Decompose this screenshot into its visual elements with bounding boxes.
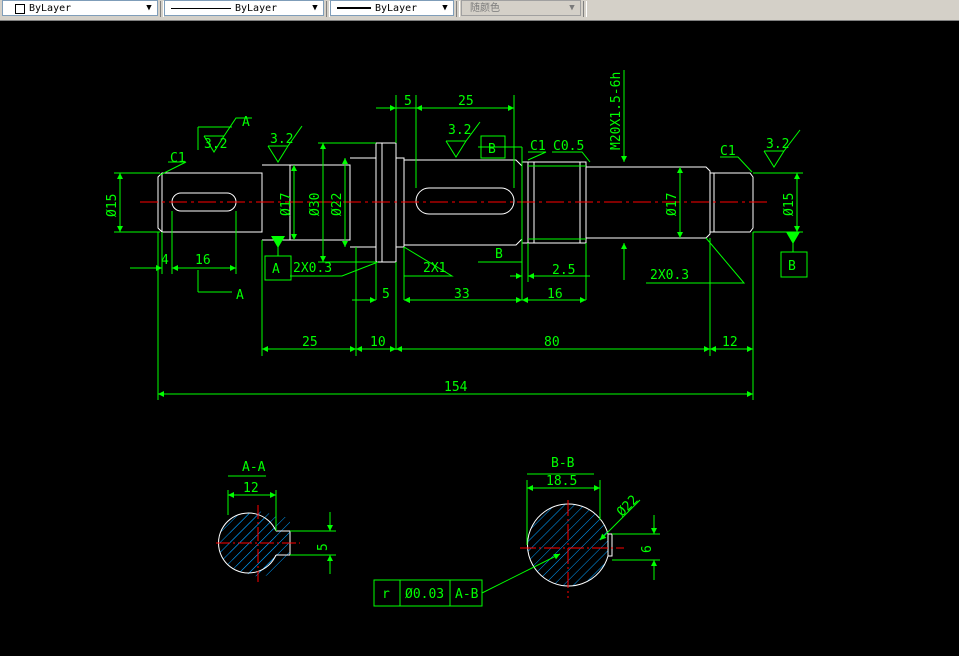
dimension-geometry [114, 70, 808, 400]
thread-callout[interactable]: M20X1.5-6h [609, 72, 624, 150]
dim-bb-height[interactable]: 6 [640, 545, 655, 553]
roughness-shoulder[interactable]: 3.2 [270, 132, 293, 147]
dim-dia22[interactable]: Ø22 [330, 193, 345, 216]
dim-5-top[interactable]: 5 [404, 94, 412, 109]
dim-aa-height[interactable]: 5 [316, 543, 331, 551]
linetype-combo-value: ByLayer [235, 3, 278, 14]
dim-2x03-right[interactable]: 2X0.3 [650, 268, 689, 283]
dim-5-bottom[interactable]: 5 [382, 287, 390, 302]
tolerance-symbol[interactable]: r [382, 587, 390, 602]
dim-dia17-right[interactable]: Ø17 [665, 193, 680, 216]
roughness-mid[interactable]: 3.2 [448, 123, 471, 138]
dim-2x03-left[interactable]: 2X0.3 [293, 261, 332, 276]
chevron-down-icon[interactable]: ▼ [309, 1, 321, 15]
section-bb-title[interactable]: B-B [551, 456, 575, 471]
dim-25-top[interactable]: 25 [458, 94, 474, 109]
plotstyle-combo: 随颜色 ▼ [461, 0, 581, 16]
datum-b-label[interactable]: B [788, 259, 796, 274]
dim-154[interactable]: 154 [444, 380, 468, 395]
dim-2x1[interactable]: 2X1 [423, 261, 446, 276]
dim-16-key[interactable]: 16 [195, 253, 211, 268]
section-mark-a-top[interactable]: A [242, 115, 250, 130]
chevron-down-icon[interactable]: ▼ [143, 1, 155, 15]
layer-combo-value: ByLayer [29, 3, 72, 14]
roughness-left[interactable]: 3.2 [204, 137, 227, 152]
dim-bb-width[interactable]: 18.5 [546, 474, 577, 489]
chevron-down-icon: ▼ [569, 3, 575, 13]
section-mark-a-bottom[interactable]: A [236, 288, 244, 303]
lineweight-combo[interactable]: ByLayer ▼ [330, 0, 454, 16]
section-aa-title[interactable]: A-A [242, 460, 266, 475]
section-mark-b-bottom[interactable]: B [495, 247, 503, 262]
dim-dia15-right[interactable]: Ø15 [782, 193, 797, 216]
datum-a-label[interactable]: A [272, 262, 280, 277]
section-mark-b-top[interactable]: B [488, 142, 496, 157]
toolbar-separator [583, 1, 587, 17]
chamfer-c05[interactable]: C0.5 [553, 139, 584, 154]
layer-combo[interactable]: ByLayer ▼ [2, 0, 158, 16]
lineweight-combo-value: ByLayer [375, 3, 418, 14]
linetype-combo[interactable]: ByLayer ▼ [164, 0, 324, 16]
dim-bb-dia22[interactable]: Ø22 [614, 493, 641, 520]
dim-2-5[interactable]: 2.5 [552, 263, 575, 278]
chamfer-c1-mid[interactable]: C1 [530, 139, 546, 154]
dim-4[interactable]: 4 [161, 253, 169, 268]
dim-80[interactable]: 80 [544, 335, 560, 350]
chamfer-c1-right[interactable]: C1 [720, 144, 736, 159]
toolbar-separator [456, 1, 460, 17]
roughness-right[interactable]: 3.2 [766, 137, 789, 152]
dimension-texts: 5 25 M20X1.5-6h C1 C1 C0.5 C1 3.2 3.2 3.… [105, 72, 797, 602]
dim-dia30[interactable]: Ø30 [308, 193, 323, 216]
lineweight-preview-icon [337, 7, 371, 9]
dim-12[interactable]: 12 [722, 335, 738, 350]
dim-aa-width[interactable]: 12 [243, 481, 259, 496]
dim-25[interactable]: 25 [302, 335, 318, 350]
dim-dia15-left[interactable]: Ø15 [105, 194, 120, 217]
dim-33[interactable]: 33 [454, 287, 470, 302]
dim-10[interactable]: 10 [370, 335, 386, 350]
properties-toolbar: ByLayer ▼ ByLayer ▼ ByLayer ▼ 随颜色 ▼ [0, 0, 959, 21]
tolerance-datum-ref[interactable]: A-B [455, 587, 479, 602]
linetype-preview-icon [171, 8, 231, 9]
plotstyle-combo-value: 随颜色 [470, 3, 500, 14]
chevron-down-icon[interactable]: ▼ [439, 1, 451, 15]
tolerance-value[interactable]: Ø0.03 [405, 587, 444, 602]
drawing-canvas[interactable]: 5 25 M20X1.5-6h C1 C1 C0.5 C1 3.2 3.2 3.… [0, 21, 959, 656]
dim-dia17-left[interactable]: Ø17 [279, 193, 294, 216]
color-swatch-icon [15, 4, 25, 14]
chamfer-c1-left[interactable]: C1 [170, 151, 186, 166]
dim-16-thread[interactable]: 16 [547, 287, 563, 302]
section-aa[interactable] [216, 475, 336, 582]
